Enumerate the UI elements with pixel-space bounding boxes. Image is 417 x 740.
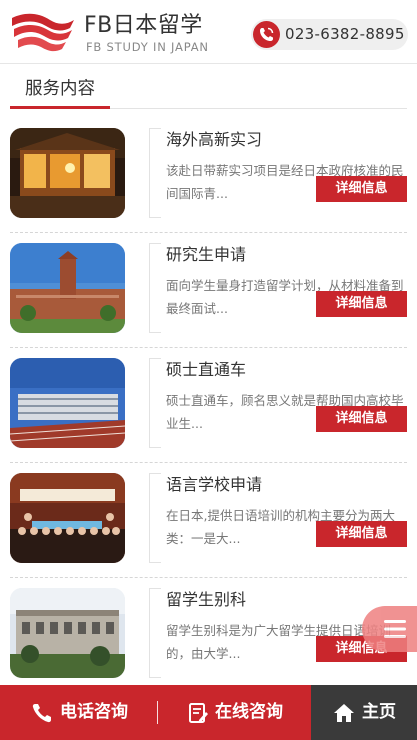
item-thumbnail[interactable]	[10, 588, 125, 678]
item-divider	[149, 473, 161, 563]
header: FB日本留学 FB STUDY IN JAPAN 023-6382-8895	[0, 0, 417, 64]
list-item[interactable]: 硕士直通车 硕士直通车，顾名思义就是帮助国内高校毕业生... 详细信息	[10, 348, 407, 463]
logo-title: FB日本留学	[84, 13, 203, 38]
home-label: 主页	[362, 702, 396, 722]
red-wave-logo-icon[interactable]	[10, 10, 76, 54]
section-title: 服务内容	[25, 79, 95, 99]
phone-icon	[32, 704, 51, 723]
item-title[interactable]: 研究生申请	[166, 245, 246, 265]
group-photo-image	[10, 473, 125, 563]
item-title[interactable]: 留学生别科	[166, 590, 246, 610]
item-thumbnail[interactable]	[10, 128, 125, 218]
detail-button[interactable]: 详细信息	[316, 291, 407, 317]
campus-track-image	[10, 358, 125, 448]
list-item[interactable]: 语言学校申请 在日本,提供日语培训的机构主要分为两大类：一是大... 详细信息	[10, 463, 407, 578]
home-button[interactable]: 主页	[311, 685, 417, 740]
online-consult-button[interactable]: 在线咨询	[215, 685, 283, 740]
university-building-image	[10, 243, 125, 333]
list-item[interactable]: 留学生别科 留学生别科是为广大留学生提供日语培训的，由大学... 详细信息	[10, 578, 407, 693]
item-thumbnail[interactable]	[10, 473, 125, 563]
phone-number: 023-6382-8895	[285, 25, 405, 43]
floating-menu-button[interactable]	[362, 606, 417, 652]
item-divider	[149, 358, 161, 448]
detail-button[interactable]: 详细信息	[316, 406, 407, 432]
detail-button[interactable]: 详细信息	[316, 521, 407, 547]
footer-separator	[157, 701, 158, 724]
section-header: 服务内容	[10, 64, 407, 109]
item-divider	[149, 243, 161, 333]
call-consult-button[interactable]: 电话咨询	[60, 685, 128, 740]
edit-icon	[189, 703, 208, 723]
item-thumbnail[interactable]	[10, 243, 125, 333]
item-divider	[149, 588, 161, 678]
old-building-image	[10, 588, 125, 678]
list-item[interactable]: 海外高新实习 该赴日带薪实习项目是经日本政府核准的民间国际青... 详细信息	[10, 118, 407, 233]
bottom-nav: 电话咨询 在线咨询 主页	[0, 685, 417, 740]
item-title[interactable]: 语言学校申请	[166, 475, 262, 495]
phone-button[interactable]: 023-6382-8895	[251, 19, 408, 50]
detail-button[interactable]: 详细信息	[316, 176, 407, 202]
home-icon	[334, 704, 354, 722]
phone-icon	[253, 21, 280, 48]
item-divider	[149, 128, 161, 218]
logo-subtitle: FB STUDY IN JAPAN	[86, 40, 209, 54]
list-item[interactable]: 研究生申请 面向学生量身打造留学计划，从材料准备到最终面试... 详细信息	[10, 233, 407, 348]
hotel-night-image	[10, 128, 125, 218]
item-title[interactable]: 硕士直通车	[166, 360, 246, 380]
item-thumbnail[interactable]	[10, 358, 125, 448]
menu-icon	[384, 620, 406, 638]
section-underline	[10, 106, 110, 109]
item-title[interactable]: 海外高新实习	[166, 130, 262, 150]
